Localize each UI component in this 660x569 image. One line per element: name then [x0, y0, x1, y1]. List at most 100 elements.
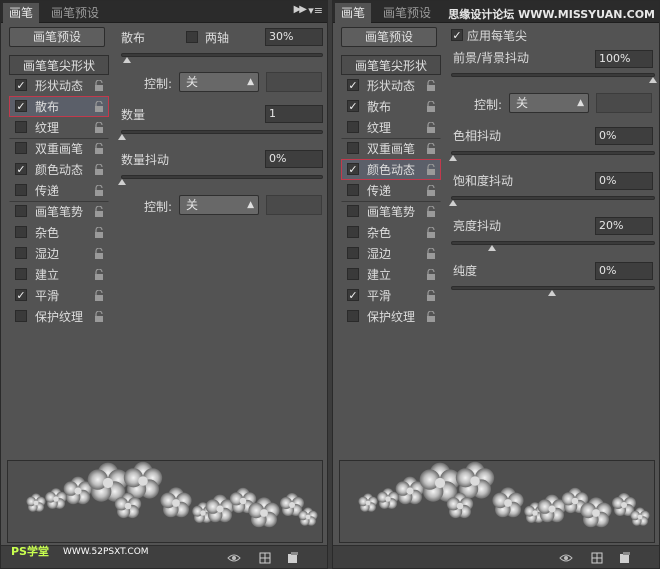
option-checkbox[interactable]	[347, 310, 359, 322]
scatter-control-dropdown[interactable]: 关 ▲	[179, 72, 259, 92]
new-brush-icon[interactable]	[287, 552, 299, 564]
count-control-dropdown[interactable]: 关 ▲	[179, 195, 259, 215]
count-jitter-slider-thumb[interactable]	[118, 179, 126, 185]
lock-icon[interactable]	[426, 101, 436, 113]
brush-option-item[interactable]: 双重画笔	[341, 138, 441, 159]
brush-option-item[interactable]: 建立	[9, 264, 109, 285]
option-checkbox[interactable]	[347, 142, 359, 154]
brush-option-item[interactable]: ✓ 平滑	[9, 285, 109, 306]
brush-option-item[interactable]: ✓ 散布	[9, 96, 109, 117]
scatter-value-field[interactable]: 30%	[265, 28, 323, 46]
grid-icon[interactable]	[259, 552, 271, 564]
color-control-dropdown[interactable]: 关 ▲	[509, 93, 589, 113]
lock-icon[interactable]	[426, 248, 436, 260]
count-slider[interactable]	[121, 130, 323, 134]
brush-option-item[interactable]: 画笔笔势	[341, 201, 441, 222]
lock-icon[interactable]	[94, 248, 104, 260]
fg-bg-jitter-value-field[interactable]: 100%	[595, 50, 653, 68]
lock-icon[interactable]	[426, 143, 436, 155]
tab-brush-presets[interactable]: 画笔预设	[45, 3, 105, 23]
hue-jitter-value-field[interactable]: 0%	[595, 127, 653, 145]
brush-option-item[interactable]: 双重画笔	[9, 138, 109, 159]
purity-value-field[interactable]: 0%	[595, 262, 653, 280]
hue-jitter-slider[interactable]	[451, 151, 655, 155]
option-checkbox[interactable]	[347, 121, 359, 133]
lock-icon[interactable]	[94, 227, 104, 239]
lock-icon[interactable]	[426, 269, 436, 281]
apply-per-tip-checkbox[interactable]: ✓	[451, 29, 463, 41]
option-checkbox[interactable]: ✓	[15, 289, 27, 301]
option-checkbox[interactable]	[347, 226, 359, 238]
brush-option-item[interactable]: ✓ 平滑	[341, 285, 441, 306]
brush-tip-shape-item[interactable]: 画笔笔尖形状	[9, 55, 109, 75]
scatter-slider-thumb[interactable]	[123, 57, 131, 63]
eye-brush-icon[interactable]	[559, 552, 573, 564]
lock-icon[interactable]	[426, 80, 436, 92]
tab-brush[interactable]: 画笔	[335, 3, 372, 23]
both-axes-checkbox[interactable]	[186, 31, 198, 43]
option-checkbox[interactable]	[347, 184, 359, 196]
option-checkbox[interactable]	[15, 184, 27, 196]
panel-menu-icon[interactable]: ▾≡	[308, 4, 323, 17]
brush-option-item[interactable]: 传递	[9, 180, 109, 201]
brush-option-item[interactable]: 传递	[341, 180, 441, 201]
lock-icon[interactable]	[426, 311, 436, 323]
brush-option-item[interactable]: 杂色	[9, 222, 109, 243]
option-checkbox[interactable]	[15, 142, 27, 154]
scatter-slider[interactable]	[121, 53, 323, 57]
option-checkbox[interactable]	[15, 310, 27, 322]
brush-option-item[interactable]: 纹理	[9, 117, 109, 138]
fg-bg-jitter-slider[interactable]	[451, 73, 655, 77]
brush-presets-button[interactable]: 画笔预设	[9, 27, 105, 47]
option-checkbox[interactable]	[15, 247, 27, 259]
lock-icon[interactable]	[426, 206, 436, 218]
brush-option-item[interactable]: 杂色	[341, 222, 441, 243]
lock-icon[interactable]	[94, 185, 104, 197]
brightness-jitter-slider[interactable]	[451, 241, 655, 245]
tab-brush[interactable]: 画笔	[3, 3, 40, 23]
brightness-jitter-slider-thumb[interactable]	[488, 245, 496, 251]
grid-icon[interactable]	[591, 552, 603, 564]
hue-jitter-slider-thumb[interactable]	[449, 155, 457, 161]
lock-icon[interactable]	[426, 185, 436, 197]
option-checkbox[interactable]	[347, 205, 359, 217]
brush-option-item[interactable]: 建立	[341, 264, 441, 285]
brush-option-item[interactable]: ✓ 形状动态	[9, 75, 109, 96]
count-jitter-value-field[interactable]: 0%	[265, 150, 323, 168]
option-checkbox[interactable]	[347, 268, 359, 280]
brush-option-item[interactable]: 湿边	[341, 243, 441, 264]
lock-icon[interactable]	[94, 101, 104, 113]
option-checkbox[interactable]: ✓	[15, 163, 27, 175]
option-checkbox[interactable]	[15, 226, 27, 238]
brush-presets-button[interactable]: 画笔预设	[341, 27, 437, 47]
saturation-jitter-slider[interactable]	[451, 196, 655, 200]
brush-option-item[interactable]: ✓ 形状动态	[341, 75, 441, 96]
lock-icon[interactable]	[94, 80, 104, 92]
brush-option-item[interactable]: ✓ 颜色动态	[341, 159, 441, 180]
option-checkbox[interactable]: ✓	[347, 289, 359, 301]
option-checkbox[interactable]: ✓	[15, 79, 27, 91]
brush-option-item[interactable]: 纹理	[341, 117, 441, 138]
option-checkbox[interactable]: ✓	[347, 163, 359, 175]
brush-option-item[interactable]: ✓ 散布	[341, 96, 441, 117]
brush-option-item[interactable]: 湿边	[9, 243, 109, 264]
count-value-field[interactable]: 1	[265, 105, 323, 123]
brightness-jitter-value-field[interactable]: 20%	[595, 217, 653, 235]
option-checkbox[interactable]	[15, 268, 27, 280]
lock-icon[interactable]	[94, 122, 104, 134]
lock-icon[interactable]	[426, 227, 436, 239]
option-checkbox[interactable]: ✓	[347, 100, 359, 112]
option-checkbox[interactable]	[15, 121, 27, 133]
brush-option-item[interactable]: 保护纹理	[341, 306, 441, 327]
brush-option-item[interactable]: 保护纹理	[9, 306, 109, 327]
fg-bg-jitter-slider-thumb[interactable]	[649, 77, 657, 83]
lock-icon[interactable]	[94, 290, 104, 302]
purity-slider-thumb[interactable]	[548, 290, 556, 296]
collapse-icon[interactable]: ▶▶	[294, 4, 307, 15]
tab-brush-presets[interactable]: 画笔预设	[377, 3, 437, 23]
saturation-jitter-value-field[interactable]: 0%	[595, 172, 653, 190]
lock-icon[interactable]	[94, 269, 104, 281]
option-checkbox[interactable]: ✓	[347, 79, 359, 91]
lock-icon[interactable]	[94, 143, 104, 155]
lock-icon[interactable]	[94, 311, 104, 323]
